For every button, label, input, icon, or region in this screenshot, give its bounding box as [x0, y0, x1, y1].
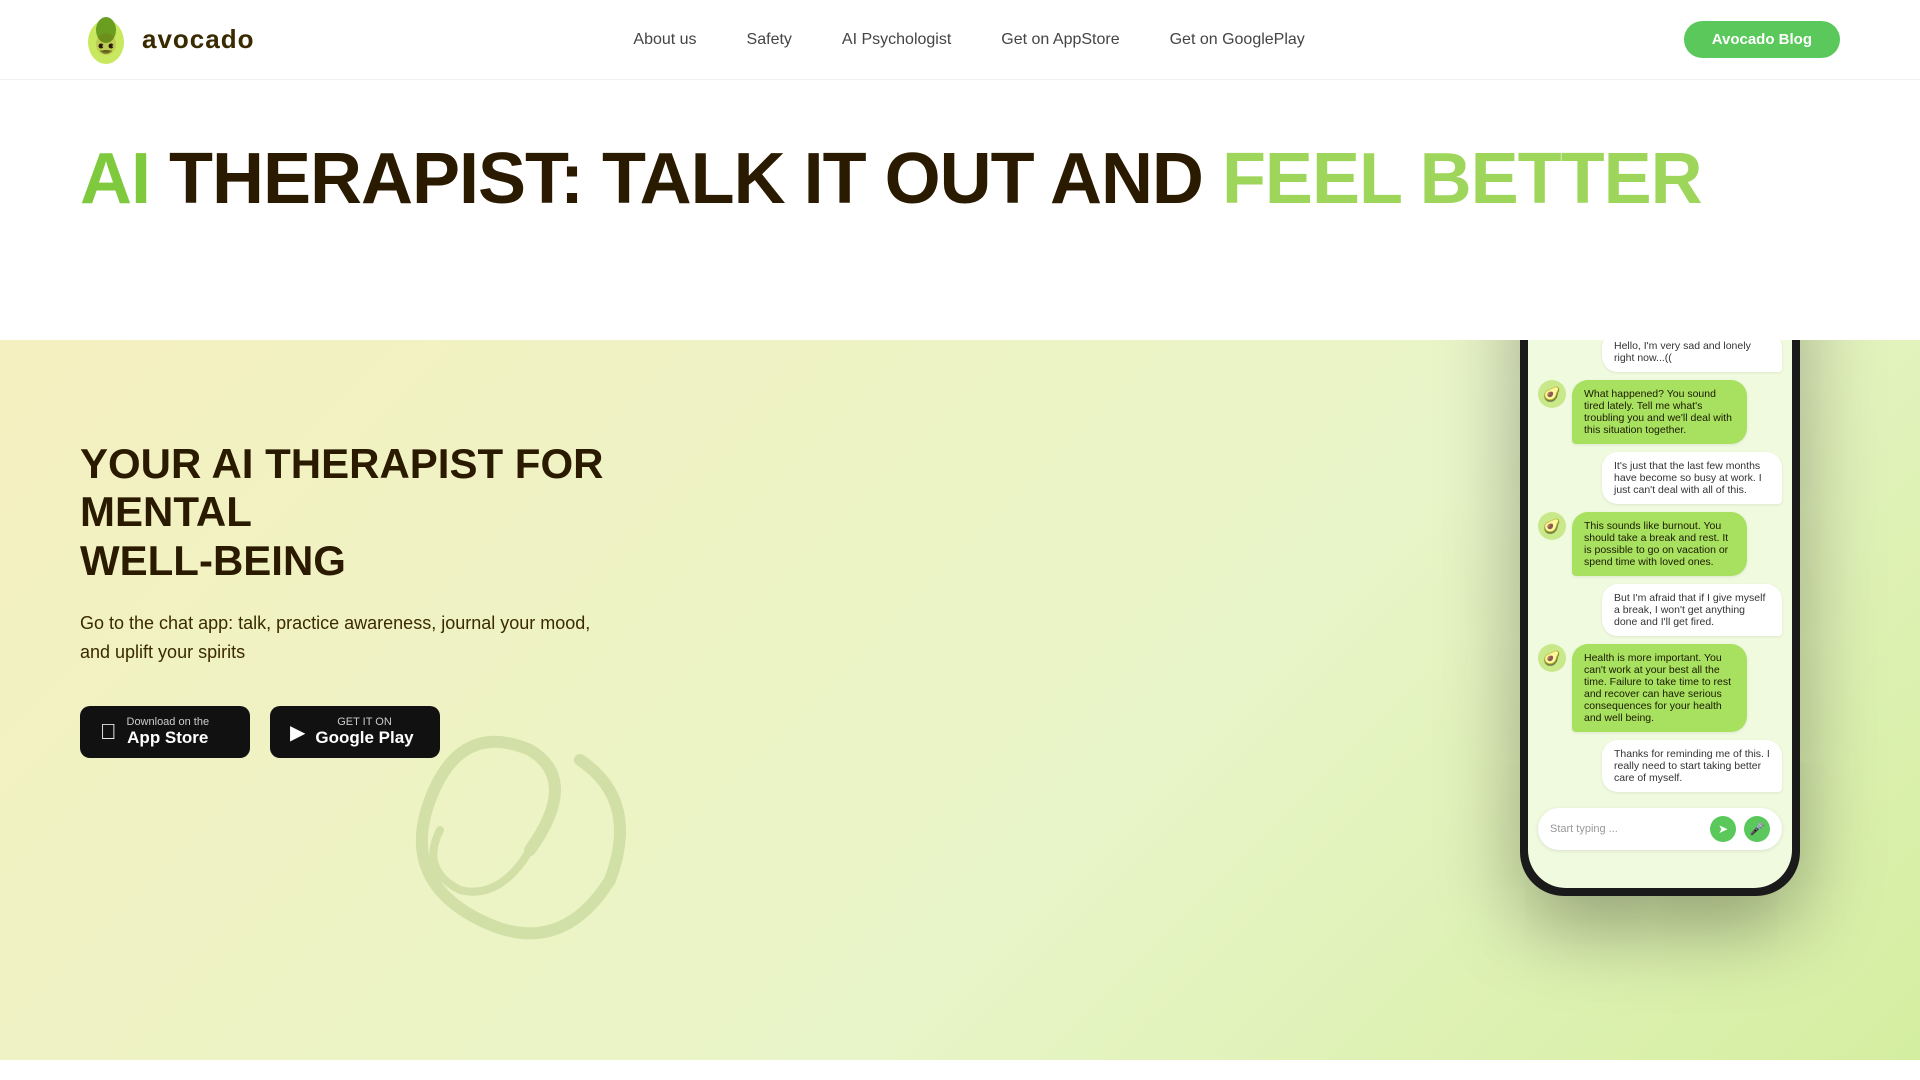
bot-avatar-4: 🥑: [1538, 644, 1566, 672]
blog-button[interactable]: Avocado Blog: [1684, 21, 1840, 58]
msg-2-row: 🥑 What happened? You sound tired lately.…: [1538, 380, 1782, 444]
phone-inner: ← 🥑 Avocado typing ... ✕ Hello, I'm very…: [1528, 340, 1792, 888]
msg-4: This sounds like burnout. You should tak…: [1572, 512, 1747, 576]
hero-title: AI THERAPIST: TALK IT OUT AND FEEL BETTE…: [80, 140, 1840, 219]
msg-1: Hello, I'm very sad and lonely right now…: [1602, 340, 1782, 372]
phone-outer: ← 🥑 Avocado typing ... ✕ Hello, I'm very…: [1520, 340, 1800, 896]
appstore-top-label: Download on the: [127, 716, 210, 728]
nav-googleplay[interactable]: Get on GooglePlay: [1170, 31, 1305, 49]
msg-6: Health is more important. You can't work…: [1572, 644, 1747, 732]
logo-icon: [80, 14, 132, 66]
apple-icon: : [100, 719, 117, 745]
nav-appstore[interactable]: Get on AppStore: [1001, 31, 1119, 49]
bot-avatar-3: 🥑: [1538, 512, 1566, 540]
phone-input-placeholder[interactable]: Start typing ...: [1550, 823, 1702, 835]
logo-text: avocado: [142, 24, 255, 55]
msg-7: Thanks for reminding me of this. I reall…: [1602, 740, 1782, 792]
msg-3: It's just that the last few months have …: [1602, 452, 1782, 504]
phone-send-button[interactable]: ➤: [1710, 816, 1736, 842]
nav-about[interactable]: About us: [633, 31, 696, 49]
nav-ai-psychologist[interactable]: AI Psychologist: [842, 31, 951, 49]
decor-spiral-left: [380, 700, 680, 1000]
main-heading: YOUR AI THERAPIST FOR MENTAL WELL-BEING: [80, 440, 780, 585]
bot-avatar-2: 🥑: [1538, 380, 1566, 408]
hero-section: AI THERAPIST: TALK IT OUT AND FEEL BETTE…: [0, 80, 1920, 340]
msg-4-row: 🥑 This sounds like burnout. You should t…: [1538, 512, 1782, 576]
nav-links: About us Safety AI Psychologist Get on A…: [633, 31, 1304, 49]
main-subtitle: Go to the chat app: talk, practice aware…: [80, 609, 600, 667]
msg-5: But I'm afraid that if I give myself a b…: [1602, 584, 1782, 636]
appstore-bottom-label: App Store: [127, 728, 210, 748]
msg-6-row: 🥑 Health is more important. You can't wo…: [1538, 644, 1782, 732]
chat-area: Hello, I'm very sad and lonely right now…: [1528, 340, 1792, 800]
nav-safety[interactable]: Safety: [747, 31, 792, 49]
phone-mic-button[interactable]: 🎤: [1744, 816, 1770, 842]
navbar: avocado About us Safety AI Psychologist …: [0, 0, 1920, 80]
hero-title-ai: AI: [80, 139, 150, 219]
appstore-button[interactable]:  Download on the App Store: [80, 706, 250, 758]
hero-title-middle: THERAPIST: TALK IT OUT AND: [150, 139, 1222, 219]
googleplay-icon: ▶: [290, 720, 305, 745]
phone-mockup: ← 🥑 Avocado typing ... ✕ Hello, I'm very…: [1520, 340, 1820, 896]
phone-input-bar: Start typing ... ➤ 🎤: [1538, 808, 1782, 850]
msg-2: What happened? You sound tired lately. T…: [1572, 380, 1747, 444]
hero-title-end: FEEL BETTER: [1222, 139, 1702, 219]
logo[interactable]: avocado: [80, 14, 255, 66]
main-section: YOUR AI THERAPIST FOR MENTAL WELL-BEING …: [0, 340, 1920, 1060]
